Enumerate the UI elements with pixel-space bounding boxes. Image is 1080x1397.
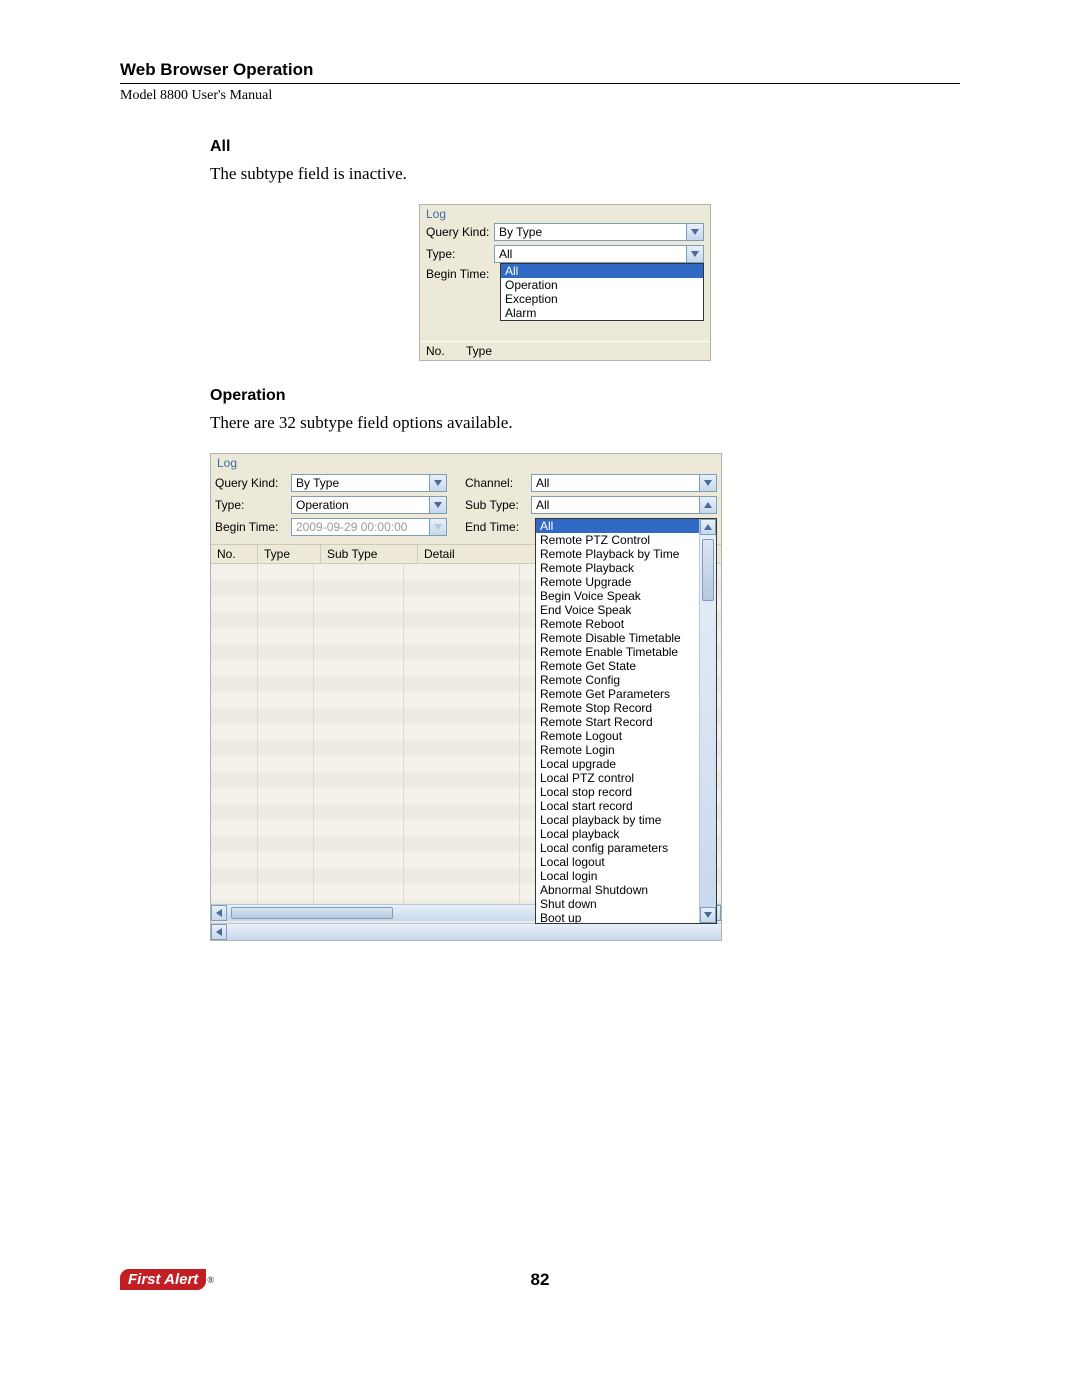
scroll-up-icon[interactable] (700, 519, 716, 535)
type-value-2: Operation (296, 498, 349, 512)
col-type: Type (466, 344, 506, 358)
chevron-down-icon[interactable] (699, 475, 716, 491)
col-no: No. (211, 545, 258, 563)
scrollbar-horizontal-2[interactable] (211, 923, 721, 940)
type-label-2: Type: (215, 498, 291, 512)
query-kind-label-2: Query Kind: (215, 476, 291, 490)
section-operation-text: There are 32 subtype field options avail… (210, 413, 920, 433)
subtype-option[interactable]: Local logout (536, 855, 716, 869)
chevron-down-icon[interactable] (686, 224, 703, 240)
col-type: Type (258, 545, 321, 563)
query-kind-label: Query Kind: (426, 225, 494, 239)
begin-time-label-2: Begin Time: (215, 520, 291, 534)
subtype-option[interactable]: Remote Logout (536, 729, 716, 743)
col-subtype: Sub Type (321, 545, 418, 563)
manual-name: Model 8800 User's Manual (120, 88, 960, 104)
subtype-option[interactable]: Remote Enable Timetable (536, 645, 716, 659)
channel-value: All (536, 476, 549, 490)
header-rule (120, 83, 960, 84)
subtype-option[interactable]: Local PTZ control (536, 771, 716, 785)
log-panel-small: Log Query Kind: By Type Type: All (419, 204, 711, 361)
section-all-title: All (210, 138, 920, 156)
subtype-option[interactable]: Remote Get Parameters (536, 687, 716, 701)
type-combo-2[interactable]: Operation (291, 496, 447, 514)
subtype-option[interactable]: Remote Config (536, 673, 716, 687)
page-footer: First Alert® 82 (120, 1269, 960, 1290)
query-kind-combo-2[interactable]: By Type (291, 474, 447, 492)
col-no: No. (426, 344, 466, 358)
subtype-option[interactable]: Local upgrade (536, 757, 716, 771)
log-panel-large: Log Query Kind: By Type Channel: All (210, 453, 722, 941)
subtype-option[interactable]: Remote Playback by Time (536, 547, 716, 561)
subtype-option[interactable]: End Voice Speak (536, 603, 716, 617)
type-option[interactable]: All (501, 264, 703, 278)
page-number: 82 (531, 1270, 550, 1290)
log-legend: Log (420, 205, 710, 221)
subtype-dropdown-open[interactable]: AllRemote PTZ ControlRemote Playback by … (535, 518, 717, 924)
subtype-option[interactable]: Local playback by time (536, 813, 716, 827)
type-label: Type: (426, 247, 494, 261)
section-all-text: The subtype field is inactive. (210, 164, 920, 184)
subtype-option[interactable]: Local login (536, 869, 716, 883)
log-legend-2: Log (211, 454, 721, 470)
page-header-title: Web Browser Operation (120, 60, 960, 80)
type-dropdown-open[interactable]: All Operation Exception Alarm (500, 263, 704, 321)
subtype-option[interactable]: Remote PTZ Control (536, 533, 716, 547)
subtype-option[interactable]: Remote Login (536, 743, 716, 757)
subtype-label: Sub Type: (465, 498, 531, 512)
subtype-option[interactable]: Begin Voice Speak (536, 589, 716, 603)
type-option[interactable]: Operation (501, 278, 703, 292)
chevron-down-icon[interactable] (429, 475, 446, 491)
chevron-down-icon[interactable] (429, 519, 446, 535)
subtype-option[interactable]: All (536, 519, 716, 533)
chevron-down-icon[interactable] (686, 246, 703, 262)
subtype-option[interactable]: Remote Start Record (536, 715, 716, 729)
type-value: All (499, 247, 512, 261)
log-table-header: No. Type (420, 341, 710, 360)
section-operation-title: Operation (210, 387, 920, 405)
brand-name: First Alert (120, 1269, 206, 1290)
end-time-label: End Time: (465, 520, 531, 534)
channel-combo[interactable]: All (531, 474, 717, 492)
subtype-option[interactable]: Local stop record (536, 785, 716, 799)
subtype-option[interactable]: Abnormal Shutdown (536, 883, 716, 897)
begin-time-combo[interactable]: 2009-09-29 00:00:00 (291, 518, 447, 536)
subtype-option[interactable]: Remote Playback (536, 561, 716, 575)
subtype-value: All (536, 498, 549, 512)
query-kind-value: By Type (499, 225, 542, 239)
registered-mark-icon: ® (207, 1275, 214, 1285)
subtype-option[interactable]: Remote Stop Record (536, 701, 716, 715)
scroll-left-icon[interactable] (211, 905, 227, 921)
subtype-option[interactable]: Boot up (536, 911, 716, 924)
scrollbar-vertical[interactable] (699, 519, 716, 923)
chevron-up-icon[interactable] (699, 497, 716, 513)
subtype-option[interactable]: Local playback (536, 827, 716, 841)
channel-label: Channel: (465, 476, 531, 490)
begin-time-value: 2009-09-29 00:00:00 (296, 520, 407, 534)
chevron-down-icon[interactable] (429, 497, 446, 513)
scroll-left-icon[interactable] (211, 924, 227, 940)
subtype-option[interactable]: Remote Disable Timetable (536, 631, 716, 645)
subtype-combo[interactable]: All (531, 496, 717, 514)
scroll-thumb[interactable] (702, 539, 714, 601)
type-combo[interactable]: All (494, 245, 704, 263)
subtype-option[interactable]: Shut down (536, 897, 716, 911)
query-kind-value-2: By Type (296, 476, 339, 490)
scroll-thumb[interactable] (231, 907, 393, 919)
subtype-option[interactable]: Remote Upgrade (536, 575, 716, 589)
subtype-option[interactable]: Local config parameters (536, 841, 716, 855)
col-detail: Detail (418, 545, 541, 563)
begin-time-label: Begin Time: (426, 267, 494, 281)
type-option[interactable]: Exception (501, 292, 703, 306)
subtype-option[interactable]: Remote Get State (536, 659, 716, 673)
type-option[interactable]: Alarm (501, 306, 703, 320)
scroll-down-icon[interactable] (700, 907, 716, 923)
brand-logo: First Alert® (120, 1269, 214, 1290)
subtype-option[interactable]: Remote Reboot (536, 617, 716, 631)
subtype-option[interactable]: Local start record (536, 799, 716, 813)
query-kind-combo[interactable]: By Type (494, 223, 704, 241)
